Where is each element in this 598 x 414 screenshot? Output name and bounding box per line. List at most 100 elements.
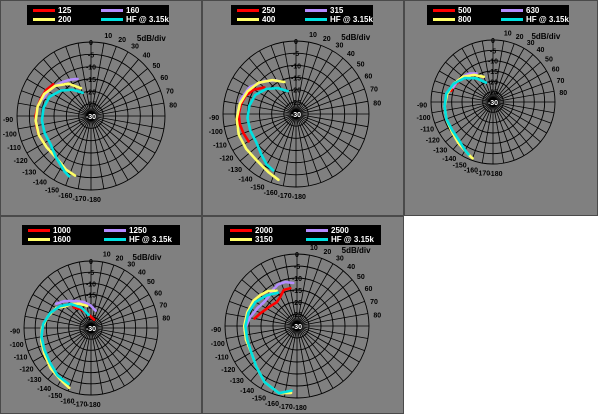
angle-tick-label: -120 xyxy=(426,138,440,145)
angle-tick-label: -100 xyxy=(3,131,17,138)
angle-tick-label: -150 xyxy=(252,396,266,403)
radial-tick-label: -15 xyxy=(291,76,301,83)
angle-tick-label: -130 xyxy=(433,148,447,155)
radial-tick-label: -20 xyxy=(291,88,301,95)
angle-tick-label: -100 xyxy=(10,342,24,349)
angle-tick-label: 50 xyxy=(147,279,155,286)
angle-tick-label: -140 xyxy=(240,388,254,395)
radial-tick-label: -30 xyxy=(292,324,302,331)
angle-tick-label: 70 xyxy=(166,88,174,95)
polar-chart-panel: 250 315 400 HF @ 3.15k 5dB/div 0 -5 -10 -15 -20 -2… xyxy=(202,0,404,216)
angle-tick-label: 70 xyxy=(557,78,565,85)
polar-chart-panel: 500 630 800 HF @ 3.15k 5dB/div 0 -5 -10 -15 -20 -2… xyxy=(404,0,598,216)
radial-tick-label: -15 xyxy=(488,69,498,76)
angle-tick-label: 80 xyxy=(373,313,381,320)
angle-tick-label: -160 xyxy=(58,193,72,200)
angle-tick-label: -120 xyxy=(219,155,233,162)
angle-tick-label: -90 xyxy=(10,329,20,336)
angle-tick-label: -130 xyxy=(230,378,244,385)
angle-tick-label: 40 xyxy=(537,47,545,54)
angle-tick-label: 50 xyxy=(357,62,365,69)
angle-tick-label: -180 xyxy=(87,197,101,204)
angle-tick-label: -90 xyxy=(209,115,219,122)
angle-tick-label: 60 xyxy=(160,75,168,82)
angle-tick-label: -180 xyxy=(292,194,306,201)
radial-tick-label: 0 xyxy=(295,252,299,259)
polar-chart-panel: 125 160 200 HF @ 3.15k 5dB/div 0 -5 -10 -15 -20 -2… xyxy=(0,0,202,216)
angle-tick-label: 50 xyxy=(357,274,365,281)
angle-tick-label: -90 xyxy=(211,327,221,334)
radial-tick-label: -10 xyxy=(488,59,498,66)
angle-tick-label: 40 xyxy=(138,270,146,277)
angle-tick-label: -130 xyxy=(22,170,36,177)
angle-tick-label: -170 xyxy=(279,404,293,411)
angle-tick-label: 70 xyxy=(159,303,167,310)
angle-tick-label: 80 xyxy=(162,315,170,322)
angle-tick-label: 20 xyxy=(116,256,124,263)
radial-tick-label: -30 xyxy=(488,100,498,107)
angle-tick-label: 40 xyxy=(143,52,151,59)
radial-tick-label: -10 xyxy=(291,63,301,70)
angle-tick-label: 10 xyxy=(504,31,512,38)
angle-tick-label: 10 xyxy=(104,33,112,40)
angle-tick-label: -140 xyxy=(33,179,47,186)
radial-tick-label: -25 xyxy=(488,90,498,97)
radial-tick-label: -5 xyxy=(294,264,300,271)
angle-tick-label: -170 xyxy=(72,196,86,203)
angle-tick-label: -170 xyxy=(73,401,87,408)
radial-tick-label: 0 xyxy=(89,40,93,47)
angle-tick-label: 20 xyxy=(323,249,331,256)
angle-tick-label: -120 xyxy=(221,367,235,374)
angle-tick-label: 60 xyxy=(365,286,373,293)
angle-tick-label: -120 xyxy=(14,158,28,165)
angle-tick-label: -90 xyxy=(3,117,13,124)
angle-tick-label: 10 xyxy=(310,245,318,252)
angle-tick-label: -130 xyxy=(228,167,242,174)
radial-tick-label: 0 xyxy=(491,38,495,45)
polar-plot: 0-5-10-15-20-25-301020304050607080-90-10… xyxy=(211,245,381,412)
radial-tick-label: -10 xyxy=(86,65,96,72)
angle-tick-label: 30 xyxy=(336,42,344,49)
angle-tick-label: 20 xyxy=(323,36,331,43)
radial-tick-label: -15 xyxy=(292,288,302,295)
angle-tick-label: -120 xyxy=(20,366,34,373)
angle-tick-label: 60 xyxy=(365,74,373,81)
angle-tick-label: -180 xyxy=(293,405,307,412)
angle-tick-label: -160 xyxy=(264,190,278,197)
angle-tick-label: -100 xyxy=(211,341,225,348)
radial-tick-label: -5 xyxy=(490,48,496,55)
angle-tick-label: 60 xyxy=(154,290,162,297)
angle-tick-label: 10 xyxy=(309,32,317,39)
radial-tick-label: -5 xyxy=(88,52,94,59)
angle-tick-label: 80 xyxy=(559,90,567,97)
angle-tick-label: -140 xyxy=(37,386,51,393)
angle-tick-label: -100 xyxy=(417,115,431,122)
angle-tick-label: -110 xyxy=(14,354,28,361)
angle-tick-label: -150 xyxy=(45,187,59,194)
angle-tick-label: 40 xyxy=(347,51,355,58)
radial-tick-label: -20 xyxy=(488,79,498,86)
polar-chart-panel: 1000 1250 1600 HF @ 3.15k 5dB/div 0 -5 -10 -15 -2… xyxy=(0,216,202,414)
angle-tick-label: 80 xyxy=(169,102,177,109)
angle-tick-label: -140 xyxy=(239,177,253,184)
radial-tick-label: 0 xyxy=(294,39,298,46)
angle-tick-label: -130 xyxy=(28,377,42,384)
angle-tick-label: -110 xyxy=(215,354,229,361)
angle-tick-label: -180 xyxy=(488,171,502,178)
radial-tick-label: -15 xyxy=(86,77,96,84)
polar-plot: 0-5-10-15-20-25-301020304050607080-90-10… xyxy=(417,31,568,178)
polar-chart-panel: 2000 2500 3150 HF @ 3.15k 5dB/div 0 -5 -10 -15 -2… xyxy=(202,216,404,414)
angle-tick-label: 10 xyxy=(103,252,111,259)
angle-tick-label: 30 xyxy=(131,44,139,51)
angle-tick-label: -180 xyxy=(87,402,101,409)
polar-plot: 0-5-10-15-20-25-301020304050607080-90-10… xyxy=(10,252,171,409)
angle-tick-label: 30 xyxy=(336,255,344,262)
polar-plot: 0-5-10-15-20-25-301020304050607080-90-10… xyxy=(3,33,177,204)
angle-tick-label: 50 xyxy=(153,63,161,70)
radial-tick-label: -5 xyxy=(293,51,299,58)
radial-tick-label: -25 xyxy=(86,102,96,109)
angle-tick-label: 50 xyxy=(545,56,553,63)
angle-tick-label: -160 xyxy=(265,401,279,408)
angle-tick-label: -110 xyxy=(213,143,227,150)
angle-tick-label: -150 xyxy=(250,184,264,191)
